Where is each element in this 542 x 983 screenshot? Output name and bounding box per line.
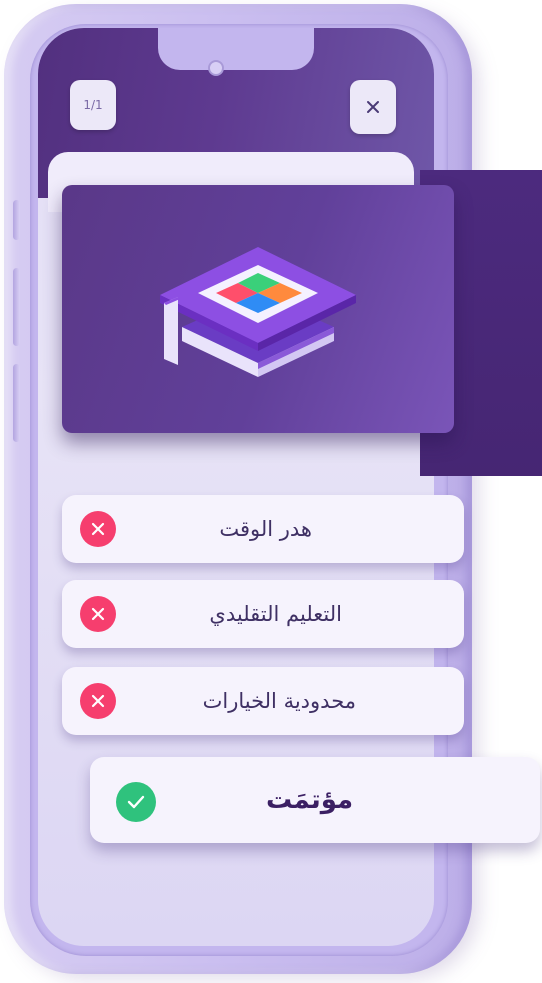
page-counter-label: 1/1 — [83, 98, 103, 112]
x-circle-icon — [80, 683, 116, 719]
option-limited-choices[interactable]: محدودية الخيارات — [62, 667, 464, 735]
phone-mute-switch — [13, 200, 20, 240]
x-circle-icon — [80, 511, 116, 547]
answer-label: مؤتمَت — [266, 785, 354, 815]
phone-notch — [158, 28, 314, 70]
page-counter-button[interactable]: 1/1 — [70, 80, 116, 130]
close-button[interactable] — [350, 80, 396, 134]
front-camera-icon — [208, 60, 224, 76]
x-circle-icon — [80, 596, 116, 632]
graduation-cap-apps-icon — [160, 247, 356, 377]
option-label: محدودية الخيارات — [202, 689, 356, 713]
close-icon — [367, 101, 379, 113]
phone-volume-down-button — [13, 364, 20, 442]
option-label: التعليم التقليدي — [209, 602, 342, 626]
check-circle-icon — [116, 782, 156, 822]
phone-volume-up-button — [13, 268, 20, 346]
hero-banner — [62, 185, 454, 433]
option-traditional-learning[interactable]: التعليم التقليدي — [62, 580, 464, 648]
option-automated-correct[interactable]: مؤتمَت — [90, 757, 540, 843]
option-time-waste[interactable]: هدر الوقت — [62, 495, 464, 563]
option-label: هدر الوقت — [219, 517, 312, 541]
